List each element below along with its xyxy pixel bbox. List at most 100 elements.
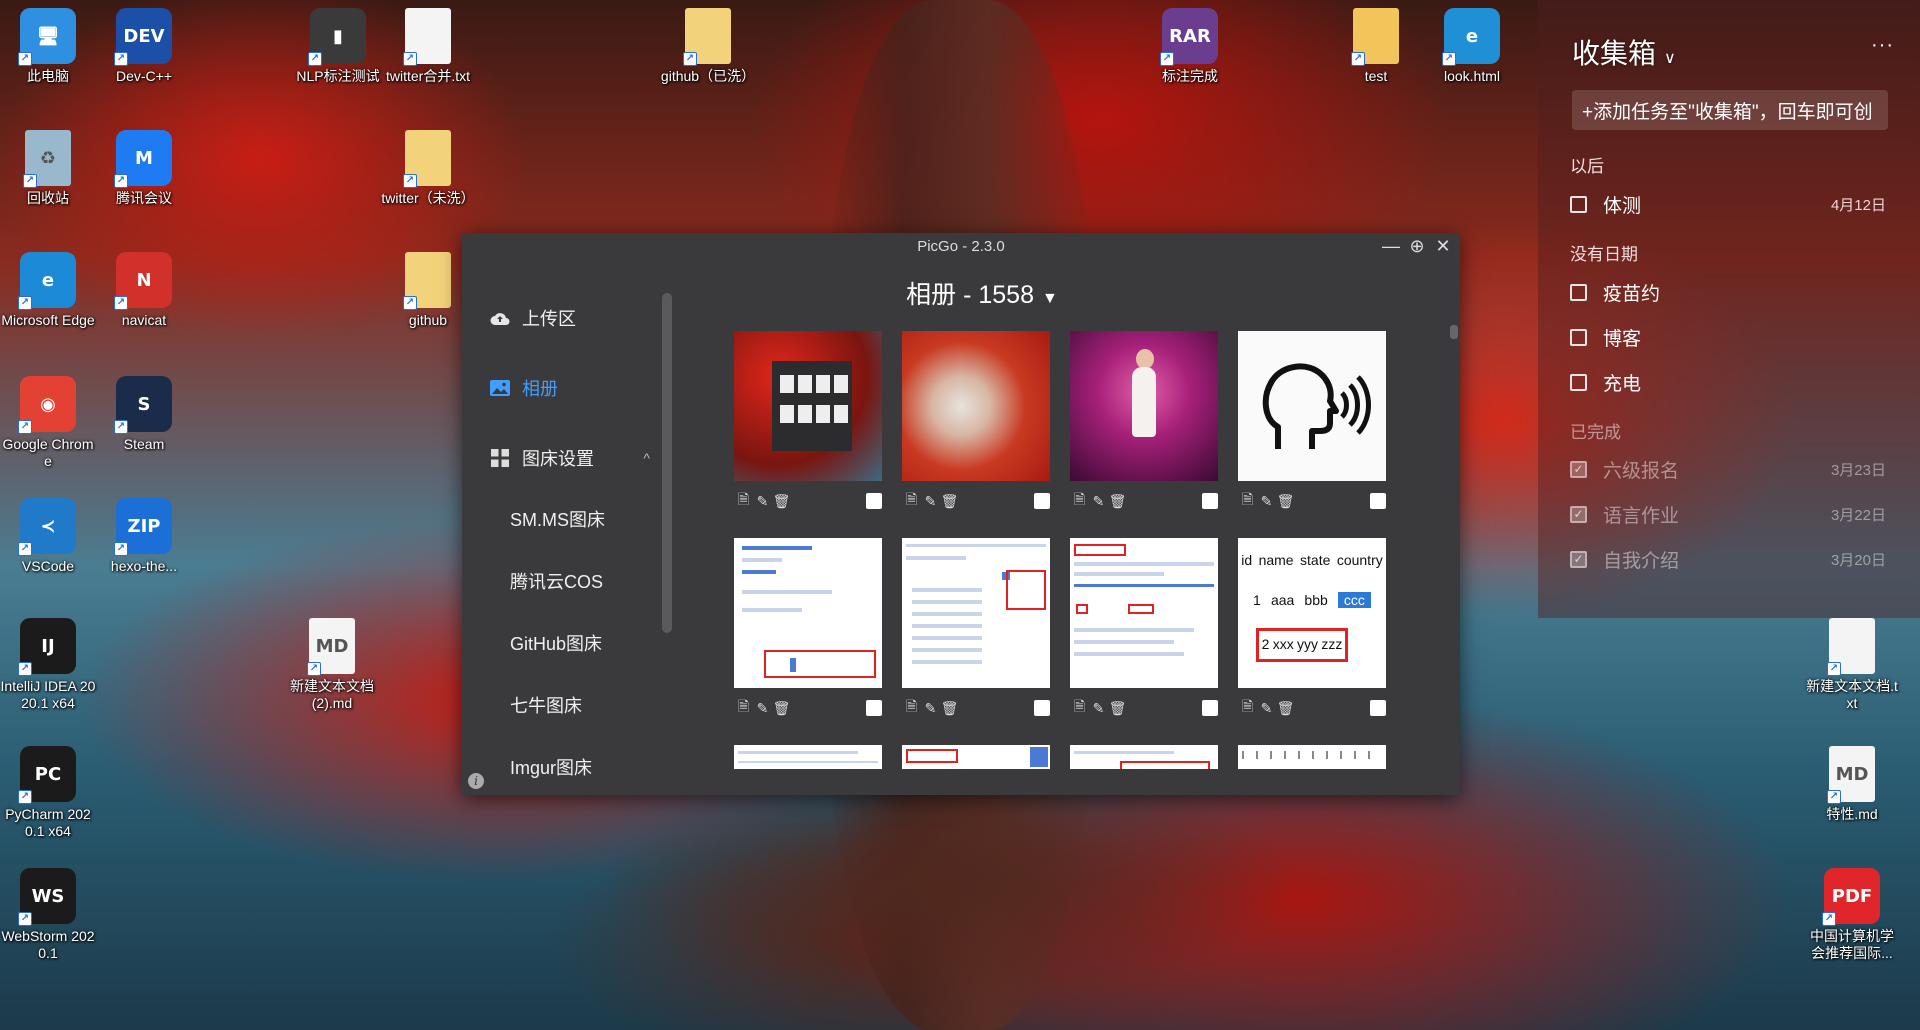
host-smms[interactable]: SM.MS图床 xyxy=(510,506,605,532)
desktop-icon[interactable]: e ↗ Microsoft Edge xyxy=(0,252,96,329)
info-icon[interactable]: i xyxy=(468,773,484,789)
delete-icon[interactable]: 🗑 xyxy=(940,492,959,510)
desktop-icon[interactable]: PC ↗ PyCharm 2020.1 x64 xyxy=(0,746,96,840)
edit-icon[interactable]: ✎ xyxy=(753,492,772,510)
task-checkbox[interactable] xyxy=(1570,328,1587,346)
gallery-thumbnail[interactable] xyxy=(1238,331,1386,481)
select-checkbox[interactable] xyxy=(1370,700,1386,716)
desktop-icon[interactable]: M ↗ 腾讯会议 xyxy=(96,130,192,207)
desktop-icon[interactable]: S ↗ Steam xyxy=(96,376,192,453)
caret-down-icon[interactable]: ▼ xyxy=(1042,290,1058,307)
copy-icon[interactable]: 🗎 xyxy=(1070,491,1089,510)
todo-item-done[interactable]: ✓ 六级报名 3月23日 xyxy=(1570,454,1886,484)
nav-upload[interactable]: 上传区 xyxy=(490,303,576,333)
copy-icon[interactable]: 🗎 xyxy=(734,491,753,510)
desktop-icon[interactable]: ≺ ↗ VSCode xyxy=(0,498,96,575)
desktop-icon[interactable]: PDF ↗ 中国计算机学会推荐国际... xyxy=(1804,868,1900,962)
copy-icon[interactable]: 🗎 xyxy=(1238,698,1257,717)
desktop-icon[interactable]: N ↗ navicat xyxy=(96,252,192,329)
select-checkbox[interactable] xyxy=(1370,493,1386,509)
close-button[interactable]: ✕ xyxy=(1432,236,1454,257)
edit-icon[interactable]: ✎ xyxy=(753,699,772,717)
edit-icon[interactable]: ✎ xyxy=(1257,492,1276,510)
delete-icon[interactable]: 🗑 xyxy=(1276,492,1295,510)
desktop-icon[interactable]: MD ↗ 特性.md xyxy=(1804,746,1900,823)
task-checkbox-checked[interactable]: ✓ xyxy=(1570,550,1587,568)
todo-item[interactable]: 体测 4月12日 xyxy=(1570,189,1886,219)
desktop-icon[interactable]: MD ↗ 新建文本文档 (2).md xyxy=(284,618,380,712)
todo-item[interactable]: 充电 xyxy=(1570,367,1886,397)
desktop-icon[interactable]: ▮ ↗ NLP标注测试 xyxy=(290,8,386,85)
edit-icon[interactable]: ✎ xyxy=(1089,699,1108,717)
nav-settings[interactable]: 图床设置 ^ xyxy=(490,443,650,473)
delete-icon[interactable]: 🗑 xyxy=(1276,699,1295,717)
gallery-thumbnail[interactable] xyxy=(1070,745,1218,769)
gallery-thumbnail[interactable] xyxy=(1070,538,1218,688)
delete-icon[interactable]: 🗑 xyxy=(772,492,791,510)
copy-icon[interactable]: 🗎 xyxy=(902,491,921,510)
desktop-icon[interactable]: IJ ↗ IntelliJ IDEA 2020.1 x64 xyxy=(0,618,96,712)
sidebar-scrollbar[interactable] xyxy=(662,293,672,633)
select-checkbox[interactable] xyxy=(866,700,882,716)
select-checkbox[interactable] xyxy=(1202,493,1218,509)
desktop-icon[interactable]: ◉ ↗ Google Chrome xyxy=(0,376,96,470)
desktop-icon[interactable]: ↗ 新建文本文档.txt xyxy=(1804,618,1900,712)
maximize-button[interactable]: ⊕ xyxy=(1406,236,1428,257)
task-checkbox[interactable] xyxy=(1570,195,1587,213)
gallery-thumbnail[interactable] xyxy=(734,538,882,688)
desktop-icon[interactable]: WS ↗ WebStorm 2020.1 xyxy=(0,868,96,962)
todo-item[interactable]: 博客 xyxy=(1570,322,1886,352)
host-qiniu[interactable]: 七牛图床 xyxy=(510,692,582,718)
chevron-down-icon[interactable]: ∨ xyxy=(1664,50,1676,67)
desktop-icon[interactable]: ZIP ↗ hexo-the... xyxy=(96,498,192,575)
todo-item[interactable]: 疫苗约 xyxy=(1570,277,1886,307)
desktop-icon[interactable]: ♻ ↗ 回收站 xyxy=(0,130,96,207)
desktop-icon[interactable]: e ↗ look.html xyxy=(1424,8,1520,85)
chevron-up-icon[interactable]: ^ xyxy=(643,450,650,466)
delete-icon[interactable]: 🗑 xyxy=(772,699,791,717)
desktop-icon[interactable]: ↗ github（已洗） xyxy=(660,8,756,85)
copy-icon[interactable]: 🗎 xyxy=(1238,491,1257,510)
select-checkbox[interactable] xyxy=(866,493,882,509)
host-tencent-cos[interactable]: 腾讯云COS xyxy=(510,568,603,594)
edit-icon[interactable]: ✎ xyxy=(1257,699,1276,717)
desktop-icon[interactable]: RAR ↗ 标注完成 xyxy=(1142,8,1238,85)
nav-album[interactable]: 相册 xyxy=(490,373,558,403)
task-checkbox-checked[interactable]: ✓ xyxy=(1570,505,1587,523)
copy-icon[interactable]: 🗎 xyxy=(1070,698,1089,717)
album-heading[interactable]: 相册 - 1558 ▼ xyxy=(906,275,1058,311)
delete-icon[interactable]: 🗑 xyxy=(1108,492,1127,510)
gallery-thumbnail[interactable] xyxy=(902,331,1050,481)
todo-item-done[interactable]: ✓ 自我介绍 3月20日 xyxy=(1570,544,1886,574)
host-imgur[interactable]: Imgur图床 xyxy=(510,754,592,780)
desktop-icon[interactable]: DEV ↗ Dev-C++ xyxy=(96,8,192,85)
task-checkbox[interactable] xyxy=(1570,283,1587,301)
add-task-input[interactable]: +添加任务至"收集箱"，回车即可创 xyxy=(1572,90,1888,130)
task-checkbox[interactable] xyxy=(1570,373,1587,391)
select-checkbox[interactable] xyxy=(1034,700,1050,716)
copy-icon[interactable]: 🗎 xyxy=(734,698,753,717)
desktop-icon[interactable]: 🖥 ↗ 此电脑 xyxy=(0,8,96,85)
gallery-scrollbar[interactable] xyxy=(1450,325,1458,339)
desktop-icon[interactable]: ↗ twitter（未洗） xyxy=(380,130,476,207)
more-icon[interactable]: ··· xyxy=(1871,34,1894,57)
desktop-icon[interactable]: ↗ twitter合并.txt xyxy=(380,8,476,85)
desktop-icon[interactable]: ↗ test xyxy=(1328,8,1424,85)
task-checkbox-checked[interactable]: ✓ xyxy=(1570,460,1587,478)
edit-icon[interactable]: ✎ xyxy=(921,492,940,510)
edit-icon[interactable]: ✎ xyxy=(1089,492,1108,510)
gallery-thumbnail[interactable] xyxy=(734,745,882,769)
todo-item-done[interactable]: ✓ 语言作业 3月22日 xyxy=(1570,499,1886,529)
delete-icon[interactable]: 🗑 xyxy=(940,699,959,717)
gallery-thumbnail[interactable] xyxy=(734,331,882,481)
minimize-button[interactable]: — xyxy=(1380,236,1402,257)
gallery-thumbnail[interactable] xyxy=(1238,745,1386,769)
delete-icon[interactable]: 🗑 xyxy=(1108,699,1127,717)
select-checkbox[interactable] xyxy=(1202,700,1218,716)
host-github[interactable]: GitHub图床 xyxy=(510,630,602,656)
gallery-thumbnail[interactable]: id name state country 1 aaa bbb ccc 2 xxx yyy zzz xyxy=(1238,538,1386,688)
gallery-thumbnail[interactable] xyxy=(902,745,1050,769)
copy-icon[interactable]: 🗎 xyxy=(902,698,921,717)
gallery-thumbnail[interactable] xyxy=(1070,331,1218,481)
select-checkbox[interactable] xyxy=(1034,493,1050,509)
